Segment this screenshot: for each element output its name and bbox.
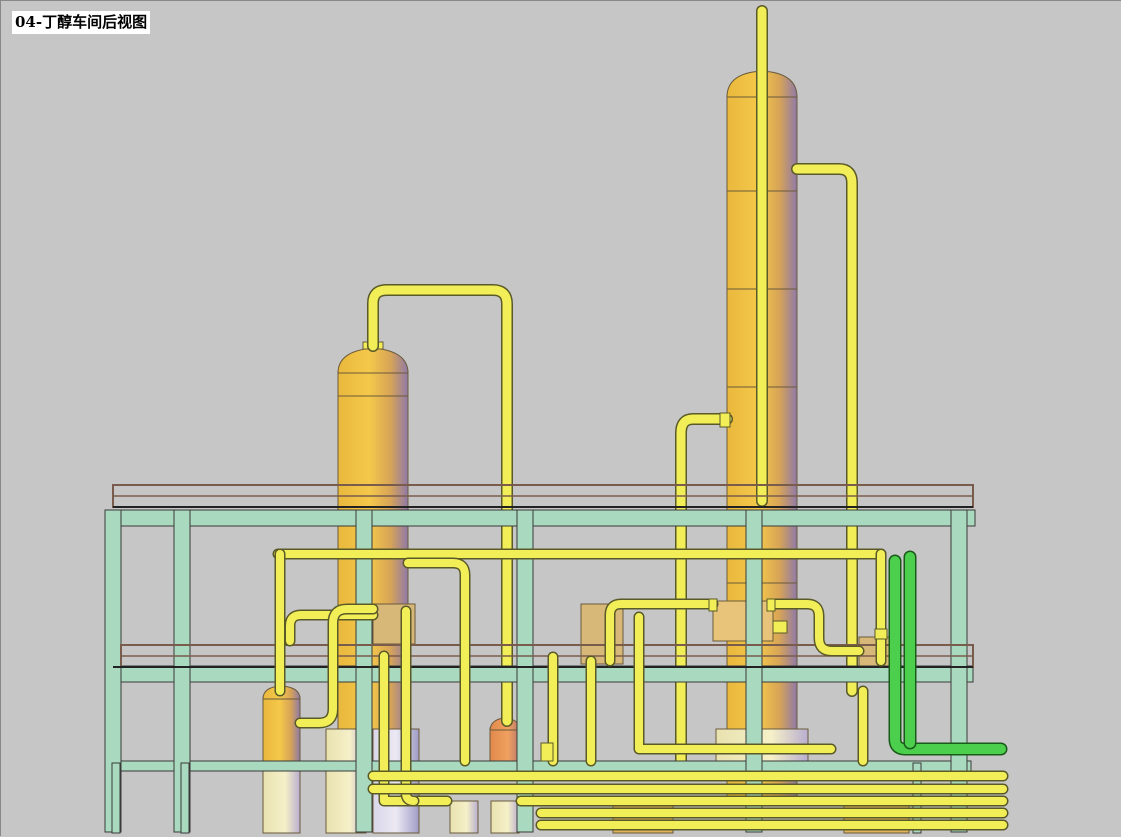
plant-drawing: [104, 5, 1009, 834]
cad-viewport[interactable]: 04-丁醇车间后视图: [0, 0, 1121, 836]
small-drum-vessel: [262, 685, 301, 834]
upper-platform-railing: [112, 484, 974, 508]
green-utility-pipes: [888, 550, 1008, 756]
